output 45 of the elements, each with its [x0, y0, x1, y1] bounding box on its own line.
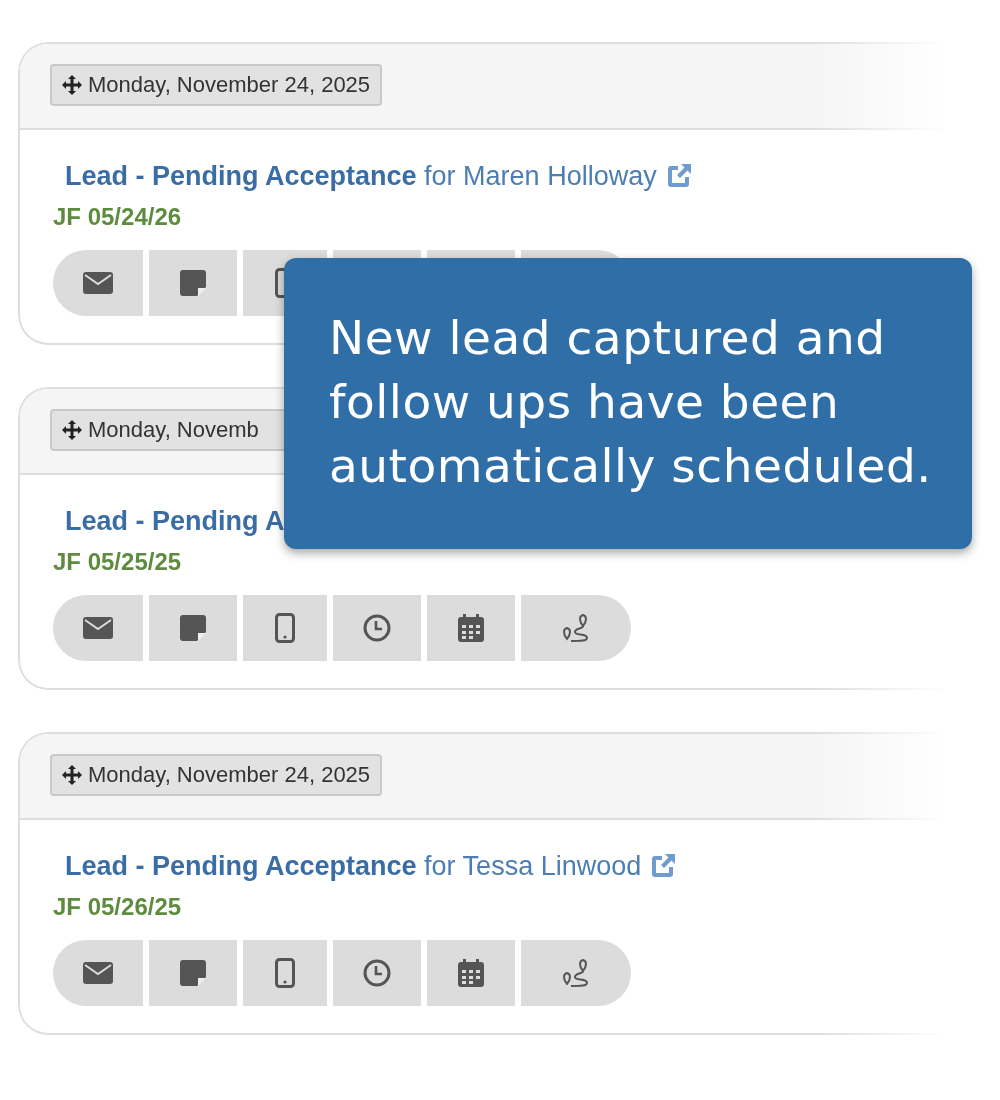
follow-up-date: JF 05/25/25: [53, 547, 182, 577]
follow-up-date: JF 05/24/26: [53, 202, 182, 232]
action-button[interactable]: [333, 595, 421, 661]
envelope-icon: [83, 962, 113, 984]
action-button[interactable]: [521, 595, 631, 661]
action-button[interactable]: [149, 595, 237, 661]
action-button[interactable]: [243, 595, 327, 661]
phone-icon: [275, 268, 284, 298]
date-text: Monday, Novemb: [88, 417, 259, 443]
envelope-icon: [83, 272, 113, 294]
external-link-icon[interactable]: [665, 163, 692, 189]
action-button[interactable]: [333, 940, 421, 1006]
sticky-note-icon: [180, 960, 206, 986]
lead-title-link[interactable]: Lead - Pending Acceptance for Tessa Linwood: [65, 850, 642, 882]
envelope-icon: [83, 617, 113, 639]
route-icon: [561, 959, 591, 987]
action-button[interactable]: [149, 940, 237, 1006]
sticky-note-icon: [180, 615, 206, 641]
clock-icon: [363, 959, 391, 987]
date-badge[interactable]: Monday, November 24, 2025: [50, 64, 383, 106]
action-button[interactable]: [427, 595, 515, 661]
action-button[interactable]: [149, 250, 237, 316]
calendar-icon: [458, 959, 484, 987]
action-button[interactable]: [53, 940, 143, 1006]
phone-icon: [275, 958, 295, 988]
move-icon: [62, 75, 82, 95]
action-button[interactable]: [53, 595, 143, 661]
move-icon: [62, 765, 82, 785]
date-text: Monday, November 24, 2025: [88, 72, 371, 98]
action-button[interactable]: [53, 250, 143, 316]
lead-title-link[interactable]: Lead - Pending A: [65, 505, 285, 537]
calendar-icon: [458, 614, 484, 642]
external-link-icon[interactable]: [650, 853, 677, 879]
phone-icon: [275, 613, 295, 643]
lead-title-link[interactable]: Lead - Pending Acceptance for Maren Holloway: [65, 160, 657, 192]
clock-icon: [363, 614, 391, 642]
date-badge[interactable]: Monday, November 24, 2025: [50, 754, 383, 796]
sticky-note-icon: [180, 270, 206, 296]
follow-up-date: JF 05/26/25: [53, 892, 182, 922]
date-text: Monday, November 24, 2025: [88, 762, 371, 788]
action-button[interactable]: [521, 940, 631, 1006]
move-icon: [62, 420, 82, 440]
action-button[interactable]: [427, 940, 515, 1006]
action-button[interactable]: [243, 940, 327, 1006]
route-icon: [561, 614, 591, 642]
